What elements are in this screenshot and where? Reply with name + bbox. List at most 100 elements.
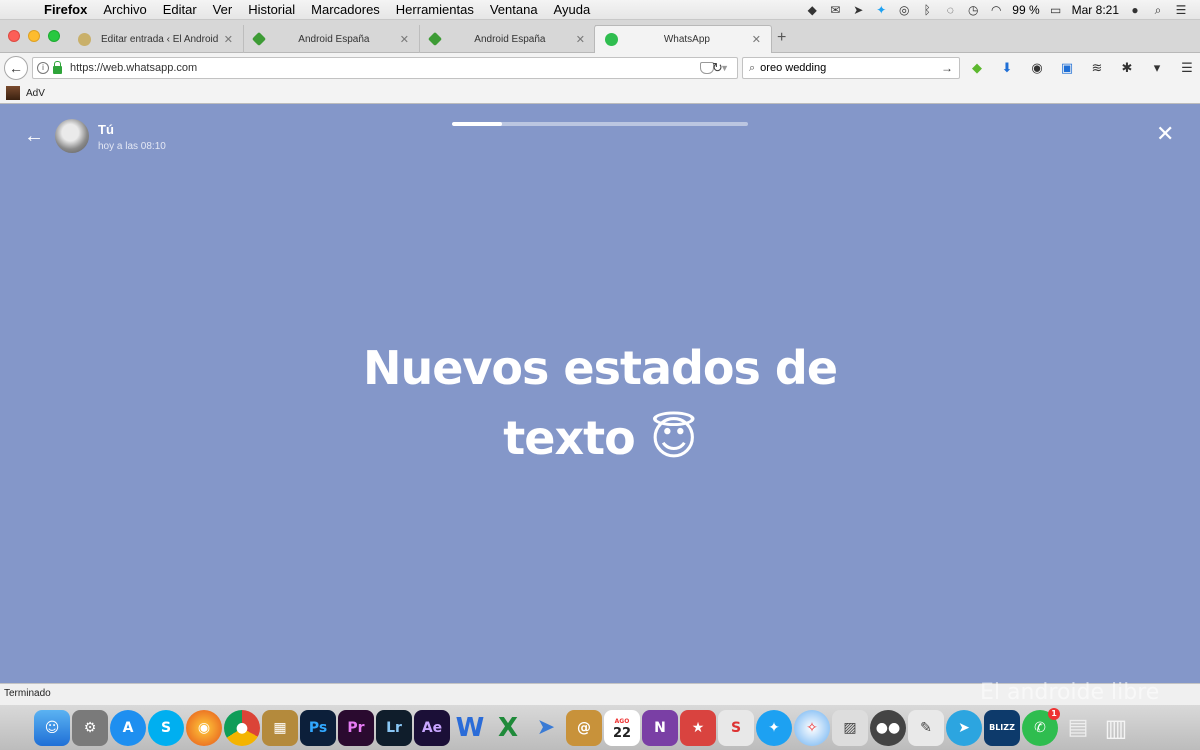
status-back-arrow-icon[interactable]: ←	[24, 125, 44, 148]
tab-close-icon[interactable]: ✕	[224, 33, 233, 46]
dock-shelf: ☺ ⚙ A S ◉ ● ▦ Ps Pr Lr Ae W X ➤ @ AGO 22…	[30, 705, 1170, 750]
photoshop-icon[interactable]: Ps	[300, 709, 336, 746]
vpn-icon[interactable]: ◎	[897, 3, 911, 17]
textedit-icon[interactable]: ✎	[908, 709, 944, 746]
tab-close-icon[interactable]: ✕	[400, 33, 409, 46]
contacts-icon[interactable]: @	[566, 709, 602, 746]
window-close-button[interactable]	[8, 30, 20, 42]
url-text[interactable]: https://web.whatsapp.com	[70, 62, 700, 74]
transmit-icon[interactable]: ▦	[262, 709, 298, 746]
tab-close-icon[interactable]: ✕	[752, 33, 761, 46]
wifi-icon[interactable]: ◠	[989, 3, 1003, 17]
menu-historial[interactable]: Historial	[240, 2, 303, 17]
preview-icon[interactable]: ▨	[832, 709, 868, 746]
macos-menu-bar: Firefox Archivo Editar Ver Historial Mar…	[0, 0, 1200, 20]
status-progress-bar	[452, 122, 748, 126]
search-bar[interactable]: ⌕ →	[742, 57, 960, 79]
toolbar-extensions: ◆ ⬇ ◉ ▣ ≋ ✱ ▾ ☰	[968, 59, 1196, 77]
messages-icon[interactable]: ◌	[943, 3, 957, 17]
slack-icon[interactable]: S	[718, 709, 754, 746]
reload-icon[interactable]: ↻	[712, 60, 723, 76]
feedly-extension-icon[interactable]: ◆	[968, 59, 986, 77]
mail-icon[interactable]: ✉	[828, 3, 842, 17]
blizzard-icon[interactable]: BLIZZ	[984, 709, 1020, 746]
whatsapp-icon	[605, 33, 618, 46]
menubar-clock[interactable]: Mar 8:21	[1072, 3, 1119, 17]
firefox-icon[interactable]: ◉	[186, 709, 222, 746]
notification-center-icon[interactable]: ☰	[1174, 3, 1188, 17]
telegram-icon[interactable]: ➤	[851, 3, 865, 17]
tab-android-espana-2[interactable]: Android España ✕	[420, 25, 596, 53]
calendar-icon[interactable]: AGO 22	[604, 709, 640, 746]
browser-back-button[interactable]: ←	[4, 56, 28, 80]
downloads-icon[interactable]: ⬇	[998, 59, 1016, 77]
menu-archivo[interactable]: Archivo	[95, 2, 154, 17]
lightroom-icon[interactable]: Lr	[376, 709, 412, 746]
window-zoom-button[interactable]	[48, 30, 60, 42]
safari-icon[interactable]: ✧	[794, 709, 830, 746]
battery-icon[interactable]: ▭	[1049, 3, 1063, 17]
whatsapp-badge: 1	[1048, 707, 1060, 720]
premiere-icon[interactable]: Pr	[338, 709, 374, 746]
overflow-chevron-icon[interactable]: ▾	[1148, 59, 1166, 77]
onetab-extension-icon[interactable]: ▣	[1058, 59, 1076, 77]
downloads-stack-icon[interactable]: ▤	[1060, 710, 1096, 746]
whatsapp-status-viewer: ← Tú hoy a las 08:10 ✕ Nuevos estados de…	[0, 105, 1200, 683]
onenote-icon[interactable]: N	[642, 709, 678, 746]
window-controls	[8, 30, 60, 42]
dropbox-icon[interactable]: ◆	[805, 3, 819, 17]
whatsapp-dock-icon[interactable]: ✆ 1	[1022, 707, 1060, 746]
status-close-icon[interactable]: ✕	[1156, 123, 1174, 145]
tab-whatsapp[interactable]: WhatsApp ✕	[594, 25, 772, 53]
telegram-dock-icon[interactable]: ➤	[946, 709, 982, 746]
lock-icon[interactable]	[53, 60, 62, 74]
trash-icon[interactable]: ▥	[1098, 710, 1134, 746]
mask-extension-icon[interactable]: ◉	[1028, 59, 1046, 77]
twitter-dock-icon[interactable]: ✦	[756, 709, 792, 746]
menu-app-name[interactable]: Firefox	[40, 2, 95, 17]
tab-close-icon[interactable]: ✕	[576, 33, 585, 46]
site-info-icon[interactable]: i	[37, 62, 49, 74]
menu-editar[interactable]: Editar	[155, 2, 205, 17]
excel-icon[interactable]: X	[490, 710, 526, 746]
tab-android-espana-1[interactable]: Android España ✕	[244, 25, 420, 53]
search-icon: ⌕	[749, 61, 756, 74]
hamburger-menu-icon[interactable]: ☰	[1178, 59, 1196, 77]
search-input[interactable]	[760, 62, 941, 74]
spotlight-icon[interactable]: ⌕	[1151, 3, 1165, 17]
menu-ventana[interactable]: Ventana	[482, 2, 546, 17]
url-bar[interactable]: i https://web.whatsapp.com ▼	[32, 57, 738, 79]
time-machine-icon[interactable]: ◷	[966, 3, 980, 17]
status-timestamp: hoy a las 08:10	[98, 141, 166, 152]
buffer-extension-icon[interactable]: ≋	[1088, 59, 1106, 77]
chrome-icon[interactable]: ●	[224, 709, 260, 746]
macos-dock: ☺ ⚙ A S ◉ ● ▦ Ps Pr Lr Ae W X ➤ @ AGO 22…	[0, 705, 1200, 750]
android-espana-icon	[251, 31, 267, 47]
tab-editar-entrada[interactable]: Editar entrada ‹ El Androide L ✕	[68, 25, 244, 53]
system-preferences-icon[interactable]: ⚙	[72, 709, 108, 746]
app-store-icon[interactable]: A	[110, 709, 146, 746]
user-icon[interactable]: ●	[1128, 3, 1142, 17]
word-icon[interactable]: W	[452, 710, 488, 746]
bluetooth-icon[interactable]: ᛒ	[920, 3, 934, 17]
bookmark-adv[interactable]: AdV	[26, 88, 45, 99]
battery-percent: 99 %	[1012, 2, 1040, 17]
tab-label: Android España	[474, 33, 546, 45]
after-effects-icon[interactable]: Ae	[414, 709, 450, 746]
finder-icon[interactable]: ☺	[34, 709, 70, 746]
browser-tab-strip: Editar entrada ‹ El Androide L ✕ Android…	[0, 20, 1200, 53]
avatar[interactable]	[55, 119, 89, 153]
wunderlist-icon[interactable]: ★	[680, 709, 716, 746]
bug-extension-icon[interactable]: ✱	[1118, 59, 1136, 77]
menu-ayuda[interactable]: Ayuda	[546, 2, 599, 17]
menu-herramientas[interactable]: Herramientas	[388, 2, 482, 17]
search-go-arrow-icon[interactable]: →	[941, 61, 953, 75]
twitter-icon[interactable]: ✦	[874, 3, 888, 17]
airmail-icon[interactable]: ➤	[528, 710, 564, 746]
skype-icon[interactable]: S	[148, 709, 184, 746]
new-tab-plus-icon[interactable]: +	[777, 29, 786, 47]
menu-marcadores[interactable]: Marcadores	[303, 2, 388, 17]
menu-ver[interactable]: Ver	[205, 2, 241, 17]
tweetbot-icon[interactable]: ●●	[870, 709, 906, 746]
window-minimize-button[interactable]	[28, 30, 40, 42]
